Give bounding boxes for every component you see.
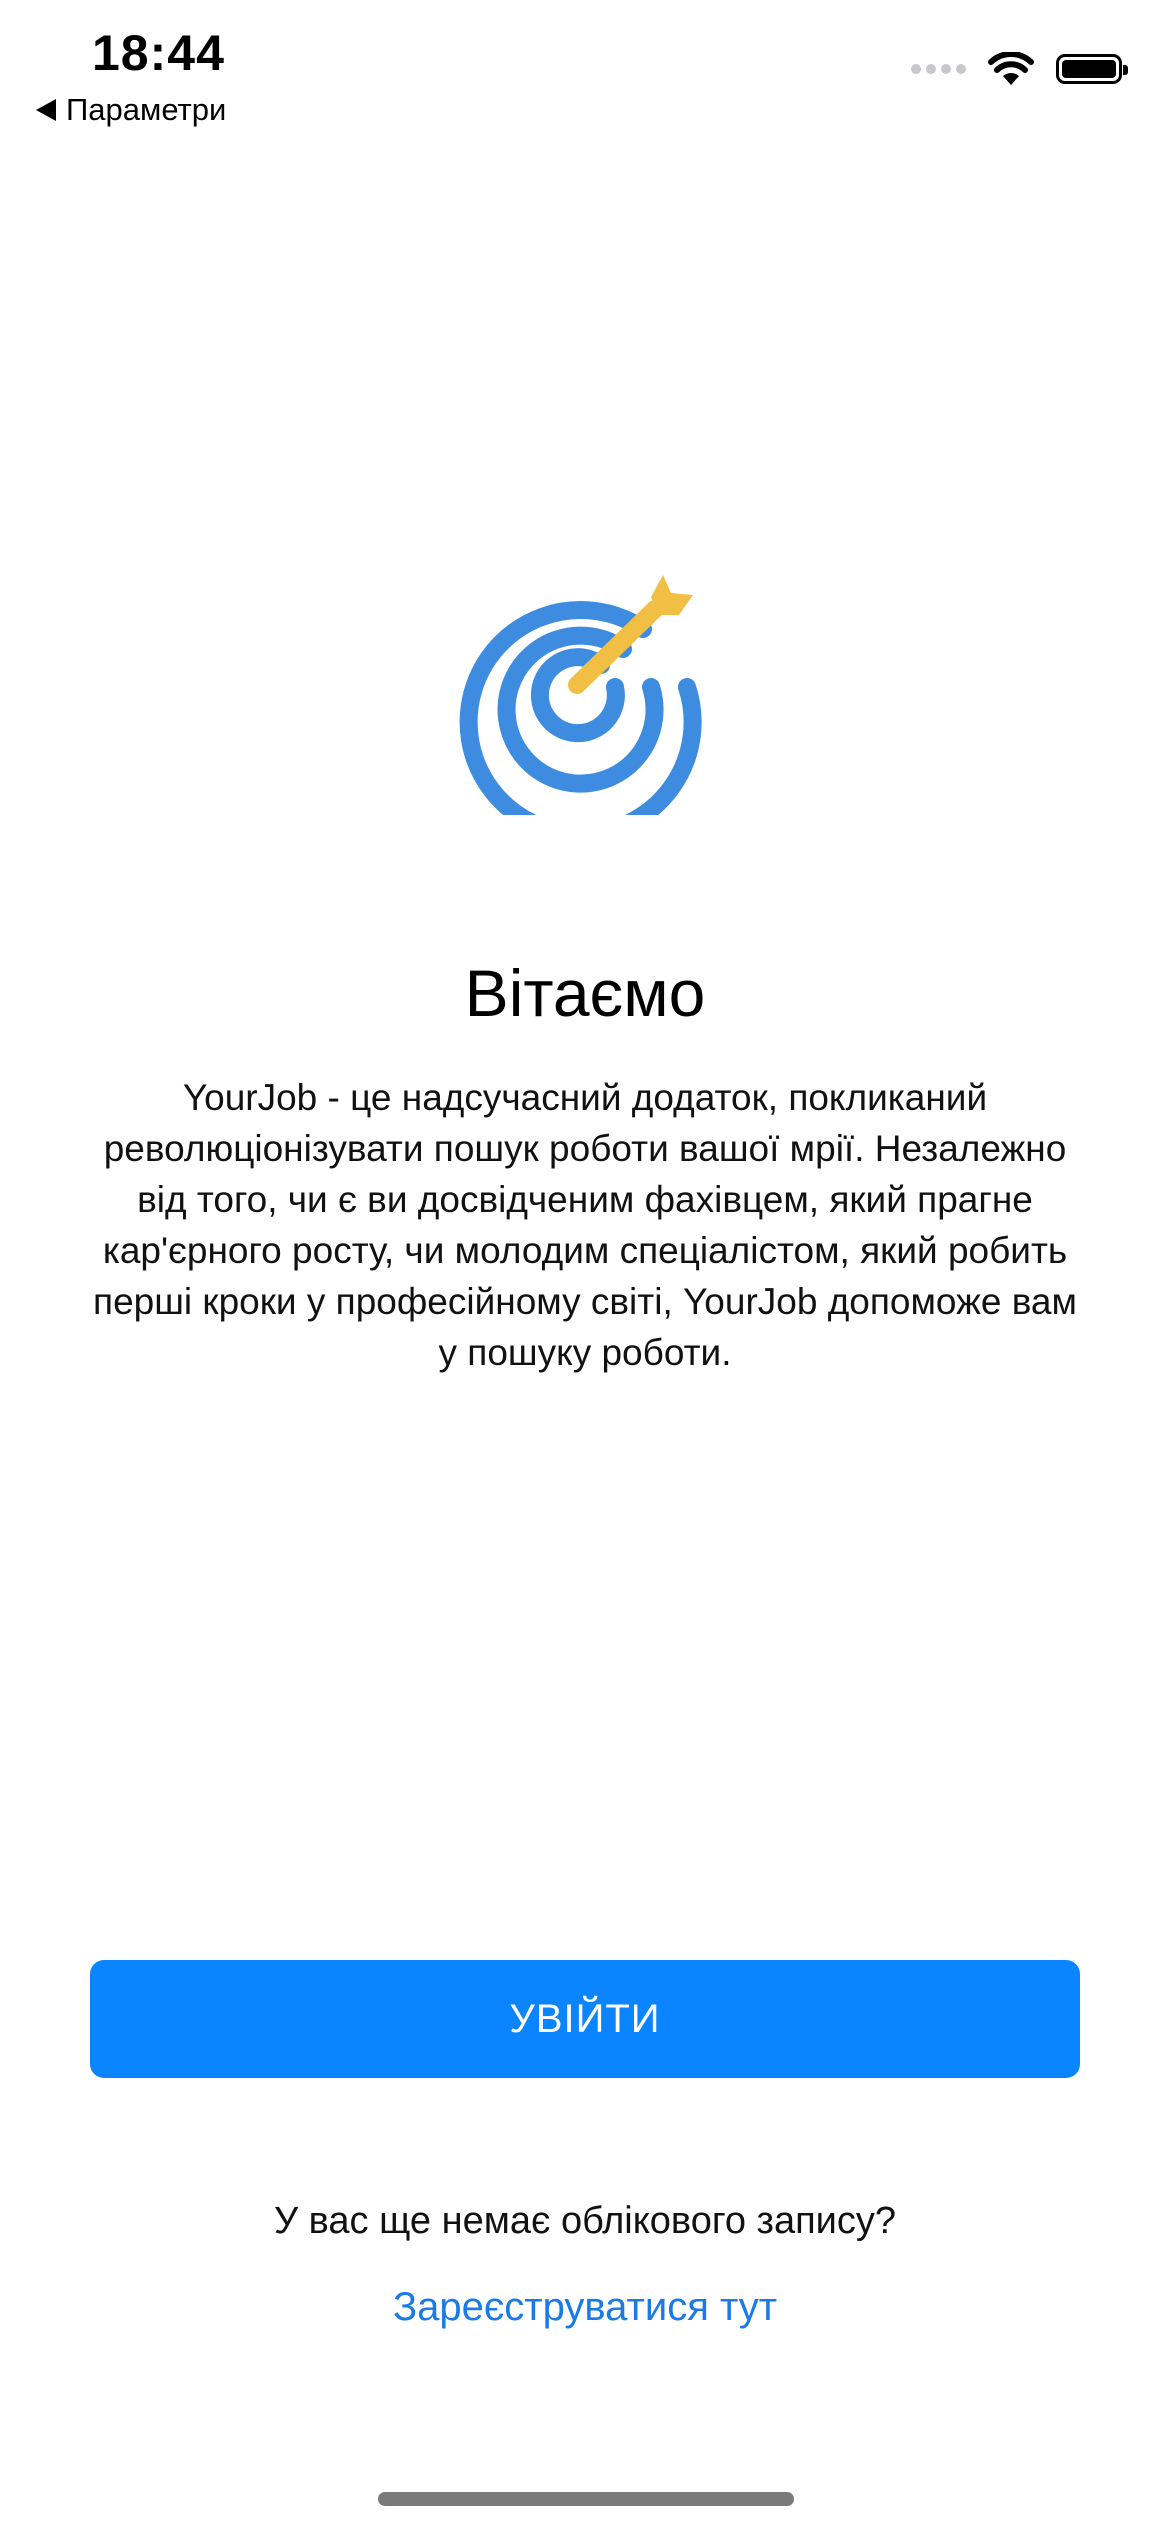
register-link[interactable]: Зареєструватися тут — [0, 2285, 1170, 2330]
wifi-icon — [988, 52, 1034, 85]
intro-description: YourJob - це надсучасний додаток, поклик… — [93, 1077, 1077, 1373]
back-link-label: Параметри — [66, 92, 227, 127]
back-to-settings-link[interactable]: Параметри — [36, 92, 226, 128]
target-arrow-icon — [459, 575, 702, 815]
home-indicator[interactable] — [378, 2492, 794, 2506]
login-button[interactable]: УВІЙТИ — [90, 1960, 1080, 2078]
status-time: 18:44 — [92, 25, 225, 81]
back-arrow-icon — [36, 99, 56, 121]
status-bar: 18:44 Параметри — [0, 0, 1170, 140]
battery-icon — [1056, 54, 1128, 84]
status-icons — [911, 52, 1128, 86]
cellular-signal-icon — [911, 64, 966, 74]
no-account-text: У вас ще немає облікового запису? — [273, 2200, 897, 2242]
welcome-title: Вітаємо — [464, 956, 706, 1030]
